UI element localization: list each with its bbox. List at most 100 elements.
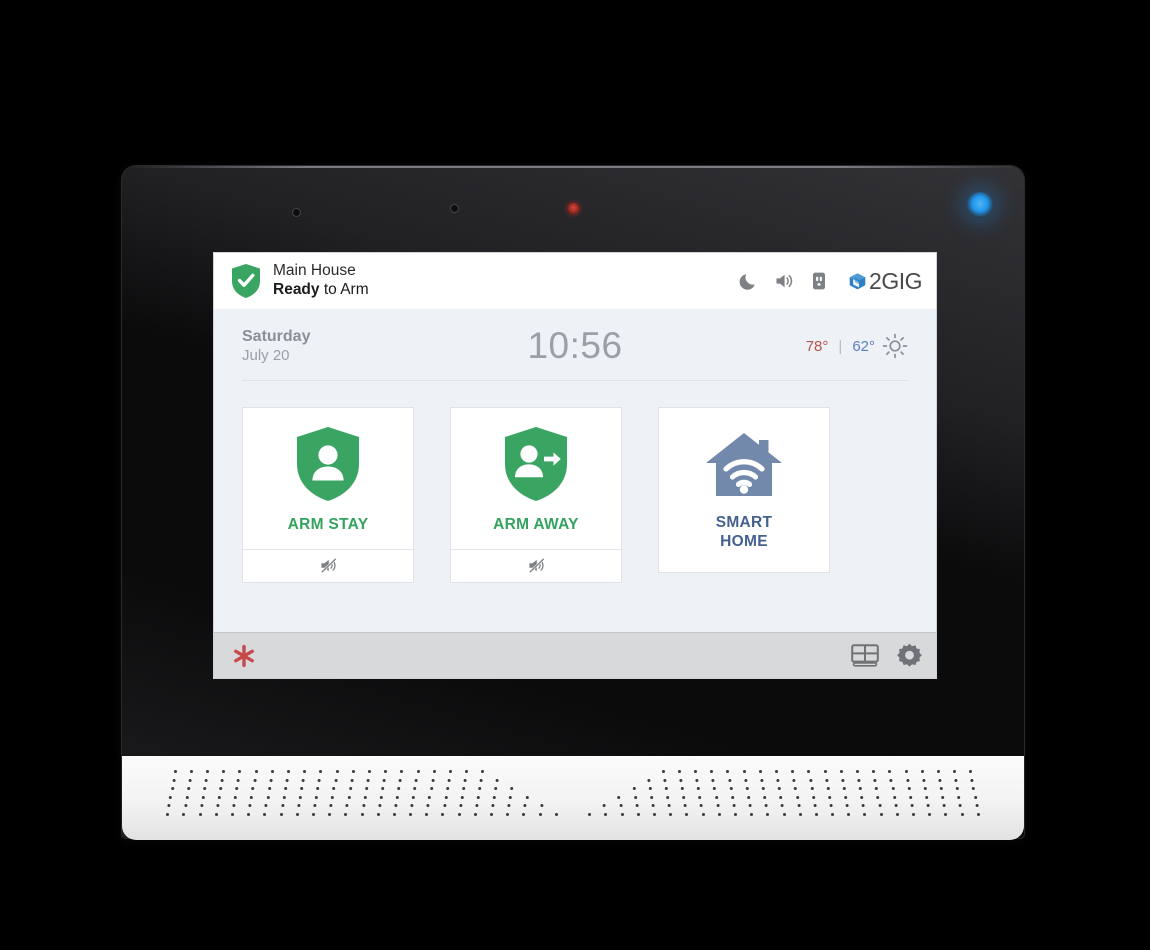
speaker-grille-dot	[895, 812, 899, 816]
speaker-grille-dot	[395, 795, 399, 799]
speaker-grille-row	[617, 795, 977, 799]
speaker-grille-dot	[410, 804, 414, 808]
emergency-asterisk-icon[interactable]	[232, 644, 256, 668]
speaker-grille-dot	[970, 778, 974, 782]
speaker-grille-dot	[912, 812, 915, 816]
speaker-grille-dot	[920, 770, 924, 773]
2gig-cube-logo-icon	[849, 272, 866, 289]
shield-person-icon	[297, 427, 359, 501]
speaker-grille-dot	[907, 787, 911, 791]
speaker-grille-dot	[941, 795, 945, 799]
day-of-week: Saturday	[242, 327, 311, 345]
weather-block[interactable]: 78° | 62°	[738, 333, 908, 359]
smart-home-label: SMART HOME	[716, 514, 773, 552]
speaker-grille-row	[170, 787, 514, 791]
speaker-grille-dot	[808, 778, 812, 782]
speaker-grille-dot	[860, 795, 864, 799]
smart-home-body[interactable]: SMART HOME	[659, 408, 829, 572]
speaker-grille-dot	[953, 770, 957, 773]
speaker-grille-dot	[798, 812, 802, 816]
speaker-grille-dot	[222, 770, 226, 773]
speaker-grille-dot	[491, 804, 495, 808]
arm-away-footer[interactable]	[451, 548, 621, 582]
speaker-grille-dot	[744, 778, 748, 782]
speaker-grille-dot	[633, 795, 637, 799]
mute-speaker-icon[interactable]	[319, 556, 338, 575]
speaker-grille-dot	[554, 812, 558, 816]
speaker-grille-dot	[189, 770, 193, 773]
blue-status-led-icon	[967, 192, 993, 218]
speaker-grille-dot	[236, 778, 240, 782]
night-mode-icon[interactable]	[739, 271, 759, 291]
speaker-grille-dot	[727, 778, 731, 782]
brand-name: 2GIG	[869, 267, 922, 294]
speaker-grille-dot	[460, 795, 464, 799]
speaker-grille-dot	[166, 812, 170, 816]
speaker-grille-dot	[447, 778, 451, 782]
speaker-grille-dot	[876, 795, 880, 799]
speaker-grille-dot	[492, 795, 496, 799]
speaker-grille-dot	[507, 804, 511, 808]
speaker-grille-dot	[779, 795, 783, 799]
smart-home-tile[interactable]: SMART HOME	[658, 407, 830, 573]
speaker-grille-dot	[413, 787, 417, 791]
speaker-grille-dot	[238, 770, 242, 773]
gear-icon[interactable]	[897, 643, 922, 668]
arm-away-tile[interactable]: ARM AWAY	[450, 407, 622, 583]
speaker-grille-dot	[270, 770, 274, 773]
keypad-icon[interactable]	[851, 644, 879, 667]
speaker-grille-dot	[956, 787, 960, 791]
speaker-grille-dot	[775, 770, 779, 773]
volume-icon[interactable]	[774, 271, 794, 291]
speaker-grille-dot	[782, 812, 786, 816]
speaker-grille-dot	[431, 778, 435, 782]
speaker-grille-dot	[367, 770, 371, 773]
speaker-grille-row	[172, 778, 499, 782]
speaker-grille-dot	[604, 812, 608, 816]
speaker-grille-dot	[730, 795, 734, 799]
speaker-grille-dot	[863, 812, 867, 816]
speaker-grille-dot	[957, 795, 961, 799]
speaker-grille-dot	[710, 770, 714, 773]
speaker-grille-dot	[475, 804, 479, 808]
speaker-grille-dot	[878, 804, 882, 808]
arm-stay-body[interactable]: ARM STAY	[243, 408, 413, 549]
speaker-grille-dot	[540, 804, 544, 808]
speaker-grille-dot	[445, 787, 449, 791]
speaker-grille-dot	[620, 812, 624, 816]
shield-check-icon	[232, 264, 260, 298]
speaker-grille-left	[166, 770, 558, 824]
speaker-grille-dot	[763, 795, 767, 799]
speaker-grille-dot	[281, 804, 285, 808]
speaker-grille-dot	[938, 778, 942, 782]
speaker-grille-dot	[661, 770, 665, 773]
speaker-grille-dot	[650, 795, 654, 799]
speaker-grille-dot	[509, 795, 513, 799]
arm-stay-footer[interactable]	[243, 548, 413, 582]
speaker-grille-dot	[814, 812, 818, 816]
speaker-grille-dot	[214, 812, 218, 816]
speaker-grille-dot	[233, 795, 237, 799]
speaker-grille-dot	[232, 804, 236, 808]
speaker-grille-dot	[879, 812, 883, 816]
arm-away-body[interactable]: ARM AWAY	[451, 408, 621, 549]
speaker-grille-dot	[332, 787, 336, 791]
speaker-grille-dot	[251, 787, 255, 791]
speaker-grille-dot	[219, 787, 223, 791]
speaker-grille-dot	[680, 787, 684, 791]
speaker-grille-dot	[284, 787, 288, 791]
power-outlet-icon[interactable]	[809, 271, 829, 291]
speaker-grille-dot	[183, 804, 187, 808]
speaker-grille-dot	[855, 770, 859, 773]
mute-speaker-icon[interactable]	[527, 556, 546, 575]
speaker-grille-dot	[523, 804, 527, 808]
speaker-grille-dot	[726, 770, 730, 773]
temperature-divider: |	[838, 337, 843, 355]
speaker-grille-dot	[845, 804, 849, 808]
date: July 20	[242, 346, 290, 364]
speaker-grille-dot	[776, 778, 780, 782]
speaker-grille-dot	[397, 787, 401, 791]
speaker-grille-row	[167, 804, 544, 808]
arm-stay-tile[interactable]: ARM STAY	[242, 407, 414, 583]
speaker-grille-dot	[732, 804, 736, 808]
